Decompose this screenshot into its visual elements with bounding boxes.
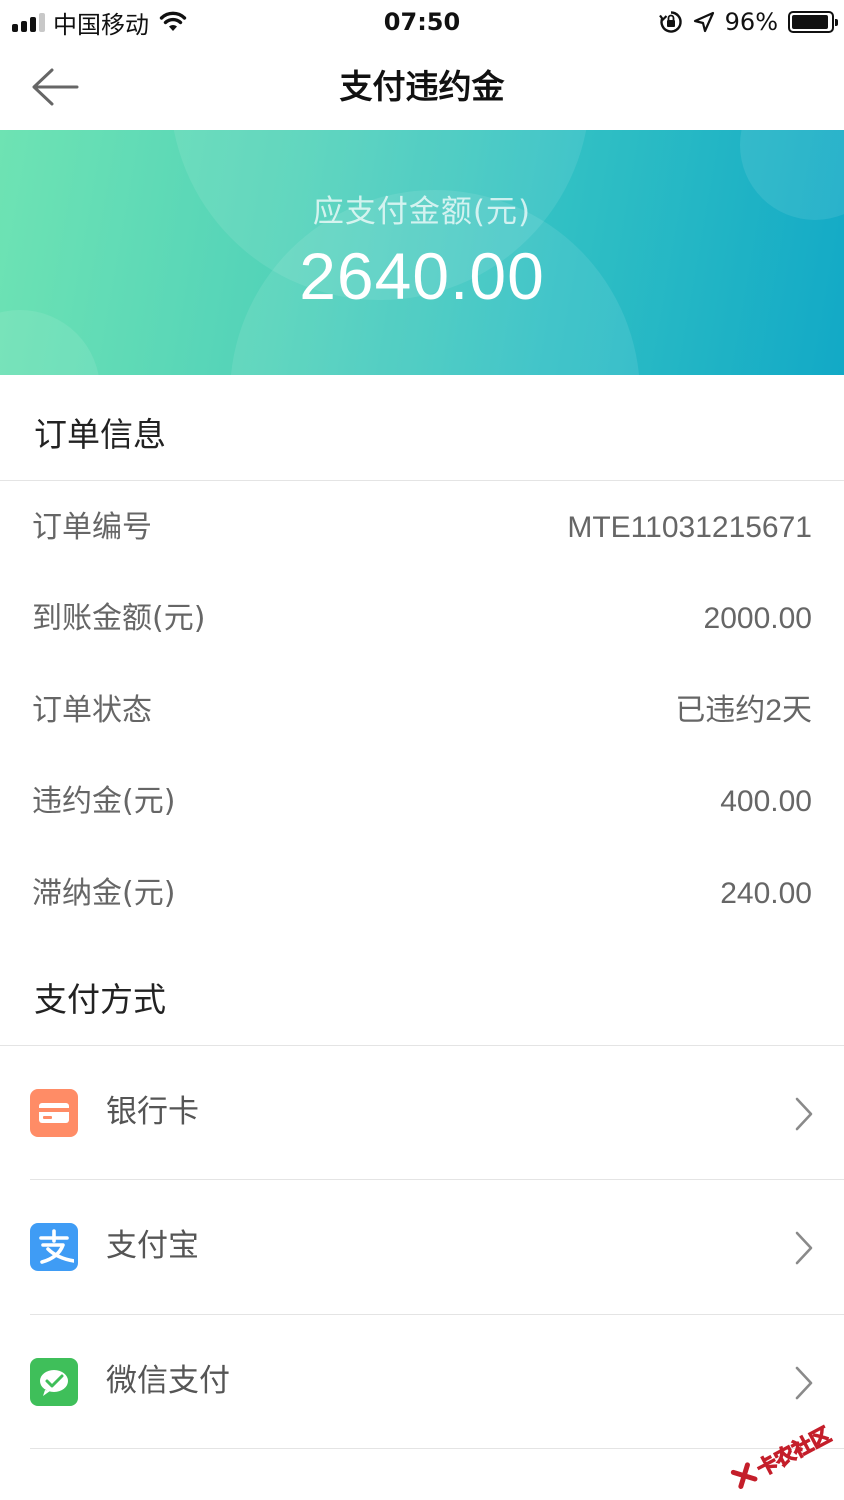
battery-icon (788, 11, 838, 33)
amount-label: 应支付金额(元) (312, 194, 532, 230)
alipay-icon (30, 1223, 78, 1271)
status-bar: 中国移动 07:50 96% (0, 0, 844, 44)
received-amount-label: 到账金额(元) (32, 601, 206, 636)
chevron-right-icon (795, 1097, 813, 1131)
page-title: 支付违约金 (339, 67, 505, 106)
order-status-label: 订单状态 (32, 693, 152, 728)
order-number-label: 订单编号 (32, 510, 152, 545)
amount-banner: 应支付金额(元) 2640.00 (0, 130, 844, 375)
payment-method-title: 支付方式 (34, 980, 166, 1019)
late-fee-label: 滞纳金(元) (32, 876, 176, 911)
received-amount-value: 2000.00 (703, 602, 812, 635)
watermark-text: 卡农社区 (752, 1421, 835, 1481)
chevron-right-icon (795, 1231, 813, 1265)
chevron-right-icon (795, 1366, 813, 1400)
battery-percent: 96% (724, 8, 778, 36)
penalty-label: 违约金(元) (32, 784, 176, 819)
bank-card-label: 银行卡 (106, 1094, 199, 1130)
wechat-pay-icon (30, 1358, 78, 1406)
divider (0, 480, 844, 481)
payment-option-wechat-pay[interactable]: 微信支付 (0, 1315, 844, 1449)
status-right: 96% (658, 6, 838, 38)
payment-option-alipay[interactable]: 支付宝 (0, 1180, 844, 1314)
late-fee-row: 滞纳金(元) 240.00 (0, 869, 844, 919)
received-amount-row: 到账金额(元) 2000.00 (0, 594, 844, 644)
payment-option-bank-card[interactable]: 银行卡 (0, 1046, 844, 1180)
order-number-row: 订单编号 MTE11031215671 (0, 503, 844, 553)
penalty-row: 违约金(元) 400.00 (0, 777, 844, 827)
wechat-pay-label: 微信支付 (106, 1363, 230, 1399)
late-fee-value: 240.00 (720, 877, 812, 910)
order-status-value: 已违约2天 (675, 694, 812, 727)
watermark-mark-icon (730, 1462, 758, 1489)
amount-value: 2640.00 (299, 239, 545, 313)
alipay-label: 支付宝 (106, 1228, 199, 1264)
battery-fill (792, 15, 829, 29)
order-info-title: 订单信息 (34, 415, 166, 454)
order-number-value: MTE11031215671 (567, 511, 812, 544)
orientation-lock-icon (658, 11, 682, 33)
navigation-bar: 支付违约金 (0, 44, 844, 130)
bank-card-icon (30, 1089, 78, 1137)
banner-bubble (0, 310, 100, 375)
penalty-value: 400.00 (720, 785, 812, 818)
location-arrow-icon (693, 11, 714, 33)
order-status-row: 订单状态 已违约2天 (0, 686, 844, 736)
